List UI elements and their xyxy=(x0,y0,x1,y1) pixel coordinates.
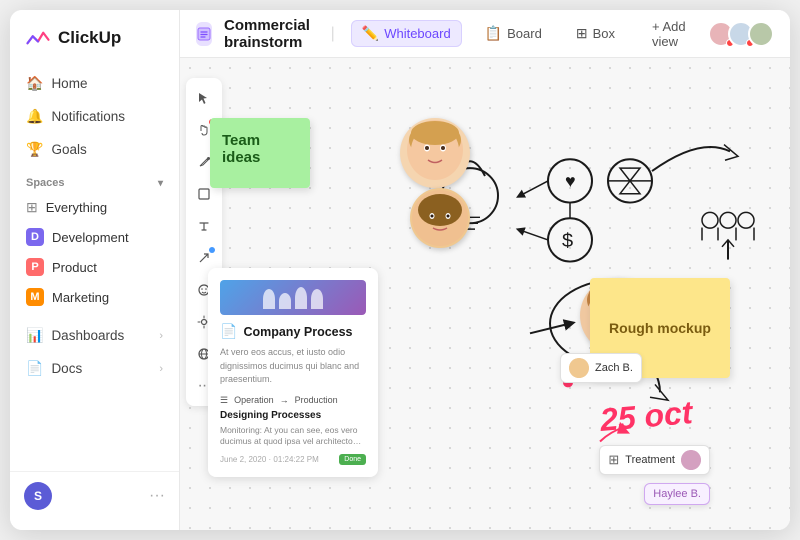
sidebar-item-product[interactable]: P Product xyxy=(18,252,171,282)
chevron-right-icon-docs: › xyxy=(159,363,163,375)
document-icon: 📄 xyxy=(220,323,237,340)
zach-avatar xyxy=(569,358,589,378)
tab-whiteboard[interactable]: ✏️ Whiteboard xyxy=(351,20,462,47)
board-tab-icon: 📋 xyxy=(485,25,502,42)
card-badge: Done xyxy=(339,454,366,465)
tag-treatment: ⊞ Treatment xyxy=(599,445,710,475)
card-header: 📄 Company Process xyxy=(220,323,366,340)
card-text: At vero eos accus, et iusto odio digniss… xyxy=(220,346,366,387)
sidebar-item-dashboards[interactable]: 📊 Dashboards › xyxy=(18,320,171,351)
card-image xyxy=(220,280,366,315)
svg-text:♥: ♥ xyxy=(565,171,576,191)
main-content: Commercial brainstorm | ✏️ Whiteboard 📋 … xyxy=(180,10,790,530)
sidebar-item-home[interactable]: 🏠 Home xyxy=(18,68,171,99)
sidebar-item-marketing[interactable]: M Marketing xyxy=(18,282,171,312)
text-tool-button[interactable] xyxy=(190,212,218,240)
haylee-avatar xyxy=(681,450,701,470)
date-label: 25 oct xyxy=(599,394,694,439)
card-subtext: Monitoring: At you can see, eos vero duc… xyxy=(220,425,366,449)
person-face-top xyxy=(400,118,470,188)
sidebar: ClickUp 🏠 Home 🔔 Notifications 🏆 Goals S… xyxy=(10,10,180,530)
fig-2 xyxy=(279,293,291,309)
sidebar-footer: S ··· xyxy=(10,471,179,520)
goals-icon: 🏆 xyxy=(26,141,43,158)
svg-text:$: $ xyxy=(562,230,573,252)
page-title: Commercial brainstorm xyxy=(224,17,315,51)
fig-3 xyxy=(295,287,307,309)
sidebar-item-development[interactable]: D Development xyxy=(18,222,171,252)
user-avatar: S xyxy=(24,482,52,510)
dashboard-icon: 📊 xyxy=(26,327,43,344)
card-subheading: Designing Processes xyxy=(220,410,366,421)
logo-text: ClickUp xyxy=(58,28,121,48)
sidebar-item-notifications[interactable]: 🔔 Notifications xyxy=(18,101,171,132)
add-view-button[interactable]: + Add view xyxy=(642,15,696,53)
card-row-operation: ☰ Operation → Production xyxy=(220,395,366,406)
sticky-note-team-ideas: Team ideas xyxy=(210,118,310,188)
avatar-3 xyxy=(748,21,774,47)
select-tool-button[interactable] xyxy=(190,84,218,112)
card-date: June 2, 2020 · 01:24:22 PM xyxy=(220,455,319,464)
home-icon: 🏠 xyxy=(26,75,43,92)
logo: ClickUp xyxy=(10,24,179,68)
tab-board[interactable]: 📋 Board xyxy=(474,20,553,47)
company-process-card: 📄 Company Process At vero eos accus, et … xyxy=(208,268,378,477)
dev-space-icon: D xyxy=(26,228,44,246)
chevron-right-icon: › xyxy=(159,330,163,342)
spaces-section-title: Spaces ▾ xyxy=(10,165,179,193)
sidebar-item-docs[interactable]: 📄 Docs › xyxy=(18,353,171,384)
person-face-man xyxy=(410,188,470,248)
divider: | xyxy=(331,25,335,43)
tool-active-dot-blue xyxy=(209,247,215,253)
product-space-icon: P xyxy=(26,258,44,276)
tag-zach: Zach B. xyxy=(560,353,642,383)
tab-box[interactable]: ⊞ Box xyxy=(565,20,626,47)
app-window: ClickUp 🏠 Home 🔔 Notifications 🏆 Goals S… xyxy=(10,10,790,530)
sidebar-item-goals[interactable]: 🏆 Goals xyxy=(18,134,171,165)
grid-icon: ⊞ xyxy=(26,199,38,216)
more-options-icon[interactable]: ··· xyxy=(149,487,165,505)
bell-icon: 🔔 xyxy=(26,108,43,125)
canvas-area[interactable]: ··· ♥ $ xyxy=(180,58,790,530)
tag-haylee: Haylee B. xyxy=(644,483,710,505)
operation-icon: ☰ xyxy=(220,395,228,406)
docs-icon: 📄 xyxy=(26,360,43,377)
top-bar-right xyxy=(708,21,774,47)
whiteboard-tab-icon: ✏️ xyxy=(362,25,379,42)
page-icon xyxy=(196,22,212,46)
box-tab-icon: ⊞ xyxy=(576,25,588,42)
clickup-logo-icon xyxy=(24,24,52,52)
treatment-icon: ⊞ xyxy=(608,452,619,468)
arrow-icon: → xyxy=(280,395,289,405)
fig-1 xyxy=(263,289,275,309)
fig-4 xyxy=(311,289,323,309)
avatar-stack xyxy=(708,21,774,47)
sidebar-nav: 🏠 Home 🔔 Notifications 🏆 Goals xyxy=(10,68,179,165)
card-footer: June 2, 2020 · 01:24:22 PM Done xyxy=(220,454,366,465)
chevron-down-icon[interactable]: ▾ xyxy=(158,178,163,189)
marketing-space-icon: M xyxy=(26,288,44,306)
top-bar: Commercial brainstorm | ✏️ Whiteboard 📋 … xyxy=(180,10,790,58)
card-figures xyxy=(263,287,323,309)
sidebar-item-everything[interactable]: ⊞ Everything xyxy=(18,193,171,222)
sidebar-bottom: 📊 Dashboards › 📄 Docs › xyxy=(10,320,179,384)
